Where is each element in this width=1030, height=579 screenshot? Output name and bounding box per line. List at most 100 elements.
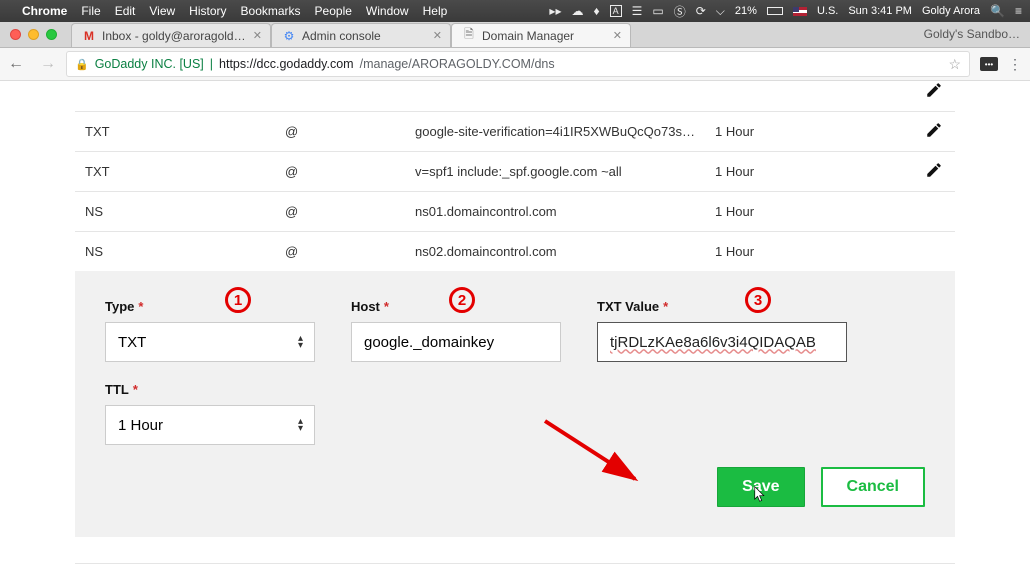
- dns-row-partial: [75, 81, 955, 111]
- flag-icon[interactable]: [793, 7, 807, 16]
- wifi-icon[interactable]: ⌵: [716, 4, 725, 19]
- url-host: https://dcc.godaddy.com: [219, 57, 354, 71]
- annotation-callout-2: 2: [449, 287, 475, 313]
- dns-type: TXT: [75, 124, 285, 139]
- txt-value-field-group: TXT Value* tjRDLzKAe8a6l6v3i4QIDAQAB 3: [597, 299, 847, 362]
- dns-row: NS @ ns02.domaincontrol.com 1 Hour: [75, 231, 955, 271]
- battery-icon[interactable]: [767, 7, 783, 15]
- type-select[interactable]: TXT: [105, 322, 315, 362]
- tab-admin-console[interactable]: ⚙ Admin console ✕: [271, 23, 451, 47]
- dns-type: TXT: [75, 164, 285, 179]
- ttl-label: TTL*: [105, 382, 315, 397]
- menubar-item[interactable]: Edit: [115, 4, 136, 18]
- tabs: M Inbox - goldy@aroragoldy.com ✕ ⚙ Admin…: [71, 23, 631, 47]
- forward-button[interactable]: →: [40, 55, 56, 73]
- edit-record-button[interactable]: [925, 127, 943, 142]
- google-admin-favicon-icon: ⚙: [282, 29, 296, 43]
- menubar-item[interactable]: File: [81, 4, 100, 18]
- locale-text: U.S.: [817, 5, 838, 17]
- menubar-item[interactable]: Window: [366, 4, 409, 18]
- search-icon[interactable]: 🔍: [990, 4, 1005, 18]
- save-button[interactable]: Save: [717, 467, 804, 507]
- box-icon[interactable]: A: [610, 5, 622, 17]
- dns-host: @: [285, 164, 415, 179]
- ttl-select[interactable]: 1 Hour: [105, 405, 315, 445]
- toolbar-extensions: ••• ⋮: [980, 56, 1022, 73]
- back-button[interactable]: ←: [8, 55, 24, 73]
- user-text[interactable]: Goldy Arora: [922, 5, 980, 17]
- gmail-favicon-icon: M: [82, 29, 96, 43]
- macos-menubar: Chrome File Edit View History Bookmarks …: [0, 0, 1030, 22]
- dns-row: TXT @ google-site-verification=4i1IR5XWB…: [75, 111, 955, 151]
- tab-inbox[interactable]: M Inbox - goldy@aroragoldy.com ✕: [71, 23, 271, 47]
- dns-row: NS @ ns01.domaincontrol.com 1 Hour: [75, 191, 955, 231]
- bookmark-star-icon[interactable]: ☆: [948, 56, 961, 73]
- clock-text: Sun 3:41 PM: [848, 5, 912, 17]
- close-window-button[interactable]: [10, 29, 21, 40]
- annotation-callout-1: 1: [225, 287, 251, 313]
- dns-ttl: 1 Hour: [715, 164, 855, 179]
- window-controls: [10, 29, 57, 40]
- dns-value: ns02.domaincontrol.com: [415, 244, 715, 259]
- chrome-menu-icon[interactable]: ⋮: [1008, 56, 1022, 73]
- dns-row: TXT @ v=spf1 include:_spf.google.com ~al…: [75, 151, 955, 191]
- leaf-icon[interactable]: ♦: [593, 4, 599, 18]
- menubar-right: ▸▸ ☁ ♦ A ☰ ▭ Ⓢ ⟳ ⌵ 21% U.S. Sun 3:41 PM …: [549, 3, 1022, 20]
- tab-domain-manager[interactable]: 🗎 Domain Manager ✕: [451, 23, 631, 47]
- menubar-item[interactable]: People: [315, 4, 352, 18]
- menubar-item[interactable]: Bookmarks: [241, 4, 301, 18]
- s-chat-icon[interactable]: Ⓢ: [674, 3, 686, 20]
- type-field-group: Type* TXT ▴▾ 1: [105, 299, 315, 362]
- tab-title: Admin console: [302, 29, 427, 43]
- dns-type: NS: [75, 204, 285, 219]
- annotation-arrow: [545, 421, 665, 496]
- chrome-tabstrip: M Inbox - goldy@aroragoldy.com ✕ ⚙ Admin…: [0, 22, 1030, 48]
- ttl-field-group: TTL* 1 Hour ▴▾: [105, 382, 315, 445]
- dns-ttl: 1 Hour: [715, 244, 855, 259]
- play-icon[interactable]: ▸▸: [549, 4, 561, 18]
- menubar-left: Chrome File Edit View History Bookmarks …: [8, 4, 447, 18]
- add-record-panel: Type* TXT ▴▾ 1 Host* 2 TXT Value*: [75, 271, 955, 537]
- sliders-icon[interactable]: ☰: [632, 4, 643, 18]
- page-content: TXT @ google-site-verification=4i1IR5XWB…: [0, 81, 1030, 579]
- cert-separator: |: [210, 57, 213, 71]
- lock-icon: 🔒: [75, 58, 89, 71]
- annotation-callout-3: 3: [745, 287, 771, 313]
- refresh-icon[interactable]: ⟳: [696, 4, 706, 18]
- cancel-button[interactable]: Cancel: [821, 467, 925, 507]
- menubar-app[interactable]: Chrome: [22, 4, 67, 18]
- cloud-icon[interactable]: ☁: [571, 4, 583, 18]
- edit-record-button[interactable]: [925, 87, 943, 102]
- chrome-toolbar: ← → 🔒 GoDaddy INC. [US] | https://dcc.go…: [0, 48, 1030, 81]
- dns-host: @: [285, 124, 415, 139]
- dns-host: @: [285, 204, 415, 219]
- tab-close-icon[interactable]: ✕: [433, 29, 442, 42]
- extension-icon[interactable]: •••: [980, 57, 998, 71]
- txt-value-label: TXT Value*: [597, 299, 847, 314]
- notifications-icon[interactable]: ≡: [1015, 4, 1022, 18]
- type-label: Type*: [105, 299, 315, 314]
- chrome-profile-label[interactable]: Goldy's Sandbo…: [924, 27, 1020, 41]
- menubar-item[interactable]: View: [149, 4, 175, 18]
- cursor-icon: [754, 486, 768, 504]
- minimize-window-button[interactable]: [28, 29, 39, 40]
- menubar-item[interactable]: Help: [423, 4, 448, 18]
- txt-value-input[interactable]: tjRDLzKAe8a6l6v3i4QIDAQAB: [597, 322, 847, 362]
- dns-type: NS: [75, 244, 285, 259]
- dns-ttl: 1 Hour: [715, 124, 855, 139]
- edit-record-button[interactable]: [925, 167, 943, 182]
- tab-close-icon[interactable]: ✕: [253, 29, 262, 42]
- tab-close-icon[interactable]: ✕: [613, 29, 622, 42]
- host-field-group: Host* 2: [351, 299, 561, 362]
- section-divider: [75, 563, 955, 564]
- dns-value: v=spf1 include:_spf.google.com ~all: [415, 164, 715, 179]
- menubar-item[interactable]: History: [189, 4, 226, 18]
- maximize-window-button[interactable]: [46, 29, 57, 40]
- dns-value: ns01.domaincontrol.com: [415, 204, 715, 219]
- dns-value: google-site-verification=4i1IR5XWBuQcQo7…: [415, 124, 715, 139]
- address-bar[interactable]: 🔒 GoDaddy INC. [US] | https://dcc.godadd…: [66, 51, 970, 77]
- url-path: /manage/ARORAGOLDY.COM/dns: [360, 57, 555, 71]
- host-input[interactable]: [351, 322, 561, 362]
- display-icon[interactable]: ▭: [652, 4, 663, 18]
- battery-text: 21%: [735, 5, 757, 17]
